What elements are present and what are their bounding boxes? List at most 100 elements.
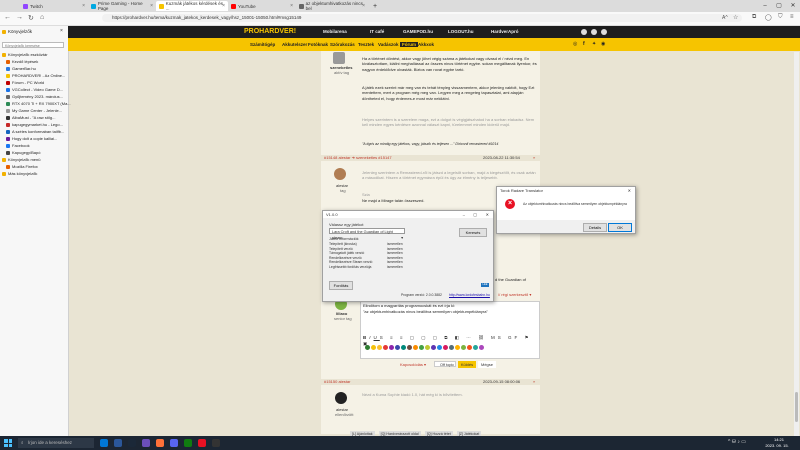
reader-mode-icon[interactable]: A^ [722,15,728,21]
taskbar-search-input[interactable]: ⌕ Írjon ide a kereséshez [18,438,94,448]
search-button[interactable]: Keresés [459,228,487,237]
steam-icon[interactable] [128,439,136,447]
emoji-icon[interactable] [383,345,388,350]
window-close-icon[interactable]: ✕ [786,0,800,12]
sidebar-bookmark-item[interactable]: Fórum - PC World [6,80,44,85]
reply-editor[interactable]: Elindítom a magyarítás programocskát és … [360,301,540,359]
header-link[interactable]: GAMEPOD.hu [403,29,433,34]
instagram-icon[interactable]: ◎ [573,41,577,47]
emoji-icon[interactable] [395,345,400,350]
emoji-icon[interactable] [479,345,484,350]
media-icon[interactable] [198,439,206,447]
tab-prohardver[interactable]: Kuzmák játékos kérdések és ... × [156,1,228,11]
details-button[interactable]: Details [583,223,607,232]
rss-icon[interactable]: ◉ [601,41,605,47]
nav-item[interactable]: Tesztek [358,42,374,47]
close-icon[interactable]: × [82,3,85,9]
avatar[interactable] [334,168,346,180]
sidebar-bookmark-item[interactable]: A széles konformaban tailfb... [6,129,64,134]
site-logo[interactable]: PROHARDVER! [244,28,296,35]
avatar[interactable] [333,52,345,64]
settings-icon[interactable] [601,28,607,35]
sidebar-bookmark-item[interactable]: My Game Center - Jelenle... [6,108,62,113]
close-icon[interactable]: × [150,3,153,9]
page-scrollbar[interactable] [794,52,799,436]
home-icon[interactable]: ⌂ [40,14,44,21]
scrollbar-thumb[interactable] [795,392,798,422]
ok-button[interactable]: OK [608,223,632,232]
facebook-icon[interactable]: f [583,41,585,47]
sidebar-bookmark-item[interactable]: Más könyvjelzők [2,171,37,176]
emoji-icon[interactable] [443,345,448,350]
sidebar-bookmark-item[interactable]: RTX 4070 Ti + RX 7900XT (Ma... [6,101,71,106]
post-header-text[interactable]: #15148 alestar ➜ szeneketles #15147 [324,155,392,161]
app-icon[interactable] [142,439,150,447]
account-icon[interactable]: ◯ [765,14,772,21]
sidebar-close-icon[interactable]: × [60,28,63,34]
back-icon[interactable]: ← [4,14,11,21]
sidebar-bookmark-item[interactable]: GamerBar.hu [6,66,36,71]
nav-item[interactable]: Vadászok [378,42,399,47]
avatar[interactable] [335,392,347,404]
site-link[interactable]: http://www.lordofesbahn.hu [449,293,490,297]
emoji-icon[interactable] [455,345,460,350]
sidebar-bookmark-item[interactable]: AlbaMust - "A raw stílg... [6,115,55,120]
header-link[interactable]: HardverApró [491,29,519,34]
close-icon[interactable]: × [362,3,365,9]
settings-icon[interactable] [212,439,220,447]
emoji-icon[interactable] [407,345,412,350]
xbox-icon[interactable] [184,439,192,447]
close-icon[interactable]: × [290,3,293,9]
system-tray-icons[interactable]: ^ ⛁ ♪ ▭ [728,439,746,445]
task-view-icon[interactable] [100,439,108,447]
bookmark-star-icon[interactable]: ☆ [733,14,738,21]
emoji-icon[interactable] [425,345,430,350]
header-link[interactable]: LOGOUT.hu [448,29,474,34]
sidebar-bookmark-item[interactable]: VGCollect - Video Game D... [6,87,63,92]
emoji-icon[interactable] [371,345,376,350]
offtopic-checkbox[interactable]: Off topic [434,361,456,367]
twitter-icon[interactable]: ✦ [592,41,596,47]
new-tab-button[interactable]: + [370,1,380,11]
discord-icon[interactable] [170,439,178,447]
emoji-icon[interactable] [449,345,454,350]
close-icon[interactable]: × [222,3,225,9]
sidebar-bookmark-item[interactable]: Kezdő lépések [6,59,38,64]
bookmark-search-input[interactable]: Könyvjelzők keresése [2,42,64,48]
sidebar-bookmark-item[interactable]: Facebook [6,143,30,148]
minimize-icon[interactable]: – [463,211,465,218]
game-select[interactable]: Lara Croft and the Guardian of Light ste… [329,228,405,240]
tab-youtube[interactable]: YouTube × [228,1,296,11]
sidebar-bookmark-item[interactable]: Kapugegy/Bapó [6,150,40,155]
sidebar-bookmark-item[interactable]: Mozilla Firefox [6,164,38,169]
firefox-icon[interactable] [156,439,164,447]
tab-prime-gaming[interactable]: Prime Gaming - Home Page × [88,1,156,11]
emoji-icon[interactable] [467,345,472,350]
emoji-icon[interactable] [431,345,436,350]
emoji-icon[interactable] [389,345,394,350]
header-link[interactable]: Mobilarena [323,29,347,34]
forward-icon[interactable]: → [16,14,23,21]
minimize-icon[interactable]: – [758,0,772,12]
emoji-icon[interactable] [377,345,382,350]
reload-icon[interactable]: ↻ [28,14,34,22]
url-bar[interactable]: https://prohardver.hu/tema/kuzmak_jateko… [102,14,742,22]
post-reply-icon[interactable]: » [533,155,535,161]
emoji-icon[interactable] [365,345,370,350]
emoji-icon[interactable] [401,345,406,350]
maximize-icon[interactable]: ▢ [772,0,786,12]
dialog-close-icon[interactable]: ✕ [628,187,631,194]
emoji-icon[interactable] [413,345,418,350]
install-button[interactable]: Fordítás [329,281,353,290]
clock-date[interactable]: 2023. 09. 15. [760,443,794,448]
shield-icon[interactable]: ⛉ [778,14,783,21]
extensions-icon[interactable]: ⧉ [752,14,756,21]
sidebar-bookmark-item[interactable]: kapugegymarket.hu - Lego... [6,122,63,127]
sidebar-bookmark-item[interactable]: PROHARDVER! - Az Online... [6,73,65,78]
nav-item[interactable]: Szórakozás [330,42,355,47]
nav-item[interactable]: Akkxok [418,42,434,47]
maximize-icon[interactable]: ▢ [473,211,477,218]
notifications-icon[interactable] [591,28,597,35]
sidebar-bookmark-item[interactable]: Könyvjelzők eszköztár [2,52,48,57]
post-header-text[interactable]: #15150 alestar [324,379,350,385]
